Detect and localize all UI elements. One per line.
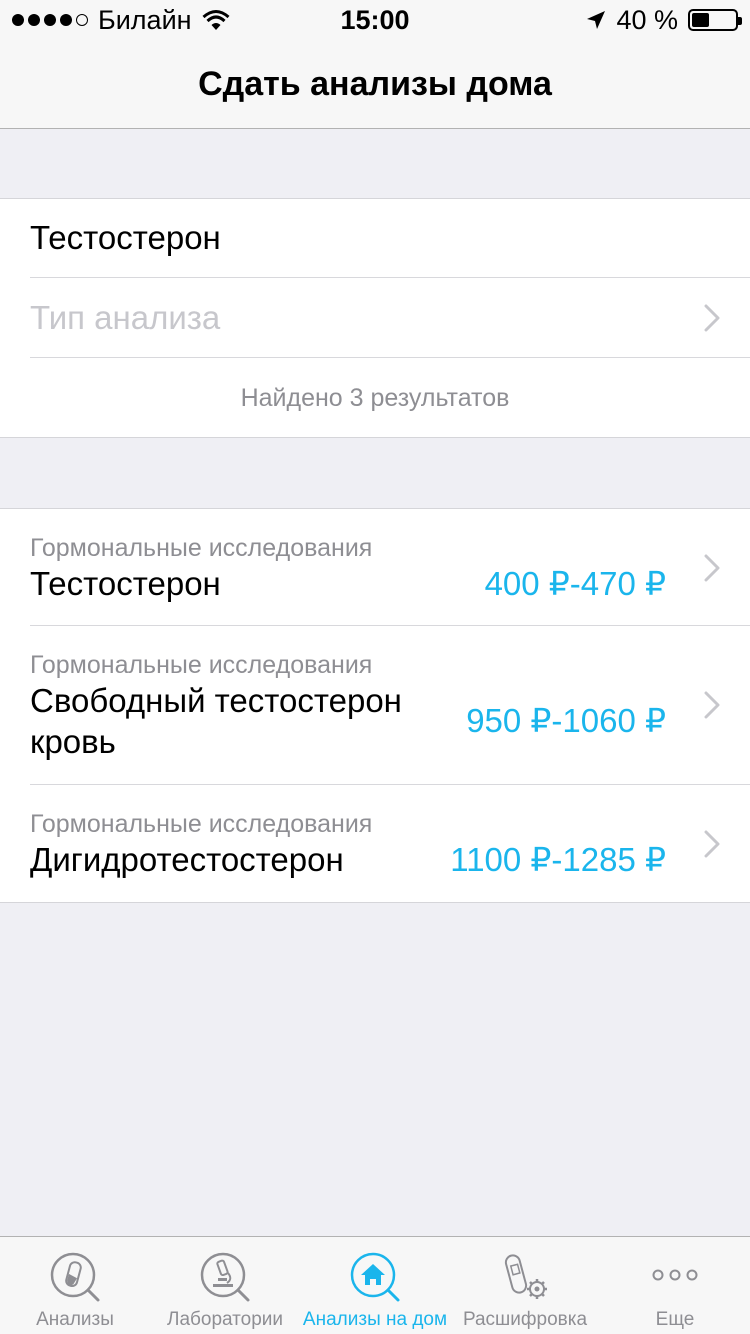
analysis-type-placeholder: Тип анализа bbox=[30, 299, 221, 336]
results-count: Найдено 3 результатов bbox=[240, 384, 510, 412]
item-category: Гормональные исследования bbox=[30, 810, 373, 838]
status-bar: Билайн 15:00 40 % bbox=[0, 0, 750, 40]
home-search-icon bbox=[350, 1252, 400, 1302]
item-name: Тестостерон bbox=[30, 565, 221, 602]
more-dots-icon bbox=[652, 1269, 698, 1281]
search-value[interactable]: Тестостерон bbox=[30, 199, 221, 277]
navigation-bar: Сдать анализы дома bbox=[0, 40, 750, 129]
battery-icon bbox=[688, 9, 742, 31]
item-name-continued: кровь bbox=[30, 723, 116, 760]
tab-label: Анализы bbox=[36, 1309, 114, 1330]
results-count-row: Найдено 3 результатов bbox=[0, 358, 750, 438]
item-price: 1100 ₽-1285 ₽ bbox=[450, 841, 666, 878]
microscope-search-icon bbox=[200, 1252, 250, 1302]
tab-label: Расшифровка bbox=[462, 1309, 588, 1330]
tab-more[interactable]: Еще bbox=[600, 1237, 750, 1334]
search-field[interactable]: Тестостерон bbox=[0, 199, 750, 278]
list-item[interactable]: Гормональные исследования Дигидротестост… bbox=[0, 785, 750, 902]
test-tube-search-icon bbox=[50, 1252, 100, 1302]
tab-analyses[interactable]: Анализы bbox=[0, 1237, 150, 1334]
tab-bar: Анализы Лаборатории Анализы на дом Расши… bbox=[0, 1236, 750, 1334]
chevron-right-icon bbox=[704, 830, 720, 858]
tab-home-tests[interactable]: Анализы на дом bbox=[300, 1237, 450, 1334]
item-category: Гормональные исследования bbox=[30, 651, 373, 679]
item-price: 400 ₽-470 ₽ bbox=[484, 565, 666, 602]
location-arrow-icon bbox=[587, 11, 606, 29]
chevron-right-icon bbox=[704, 554, 720, 582]
chevron-right-icon bbox=[704, 691, 720, 719]
tab-laboratories[interactable]: Лаборатории bbox=[150, 1237, 300, 1334]
page-title: Сдать анализы дома bbox=[198, 65, 552, 103]
test-tube-gear-icon bbox=[504, 1254, 547, 1299]
results-list: Гормональные исследования Тестостерон 40… bbox=[0, 508, 750, 903]
item-name: Свободный тестостерон bbox=[30, 682, 402, 719]
filter-section: Тестостерон Тип анализа Найдено 3 резуль… bbox=[0, 198, 750, 438]
item-category: Гормональные исследования bbox=[30, 534, 373, 562]
analysis-type-selector[interactable]: Тип анализа bbox=[0, 278, 750, 358]
list-item[interactable]: Гормональные исследования Свободный тест… bbox=[0, 626, 750, 785]
item-name: Дигидротестостерон bbox=[30, 841, 344, 878]
tab-interpretation[interactable]: Расшифровка bbox=[450, 1237, 600, 1334]
tab-label: Еще bbox=[655, 1309, 695, 1330]
battery-percentage: 40 % bbox=[616, 4, 678, 35]
list-item[interactable]: Гормональные исследования Тестостерон 40… bbox=[0, 509, 750, 626]
tab-label: Лаборатории bbox=[166, 1309, 284, 1330]
chevron-right-icon bbox=[704, 304, 720, 332]
tab-label: Анализы на дом bbox=[302, 1309, 448, 1330]
item-price: 950 ₽-1060 ₽ bbox=[466, 702, 666, 739]
